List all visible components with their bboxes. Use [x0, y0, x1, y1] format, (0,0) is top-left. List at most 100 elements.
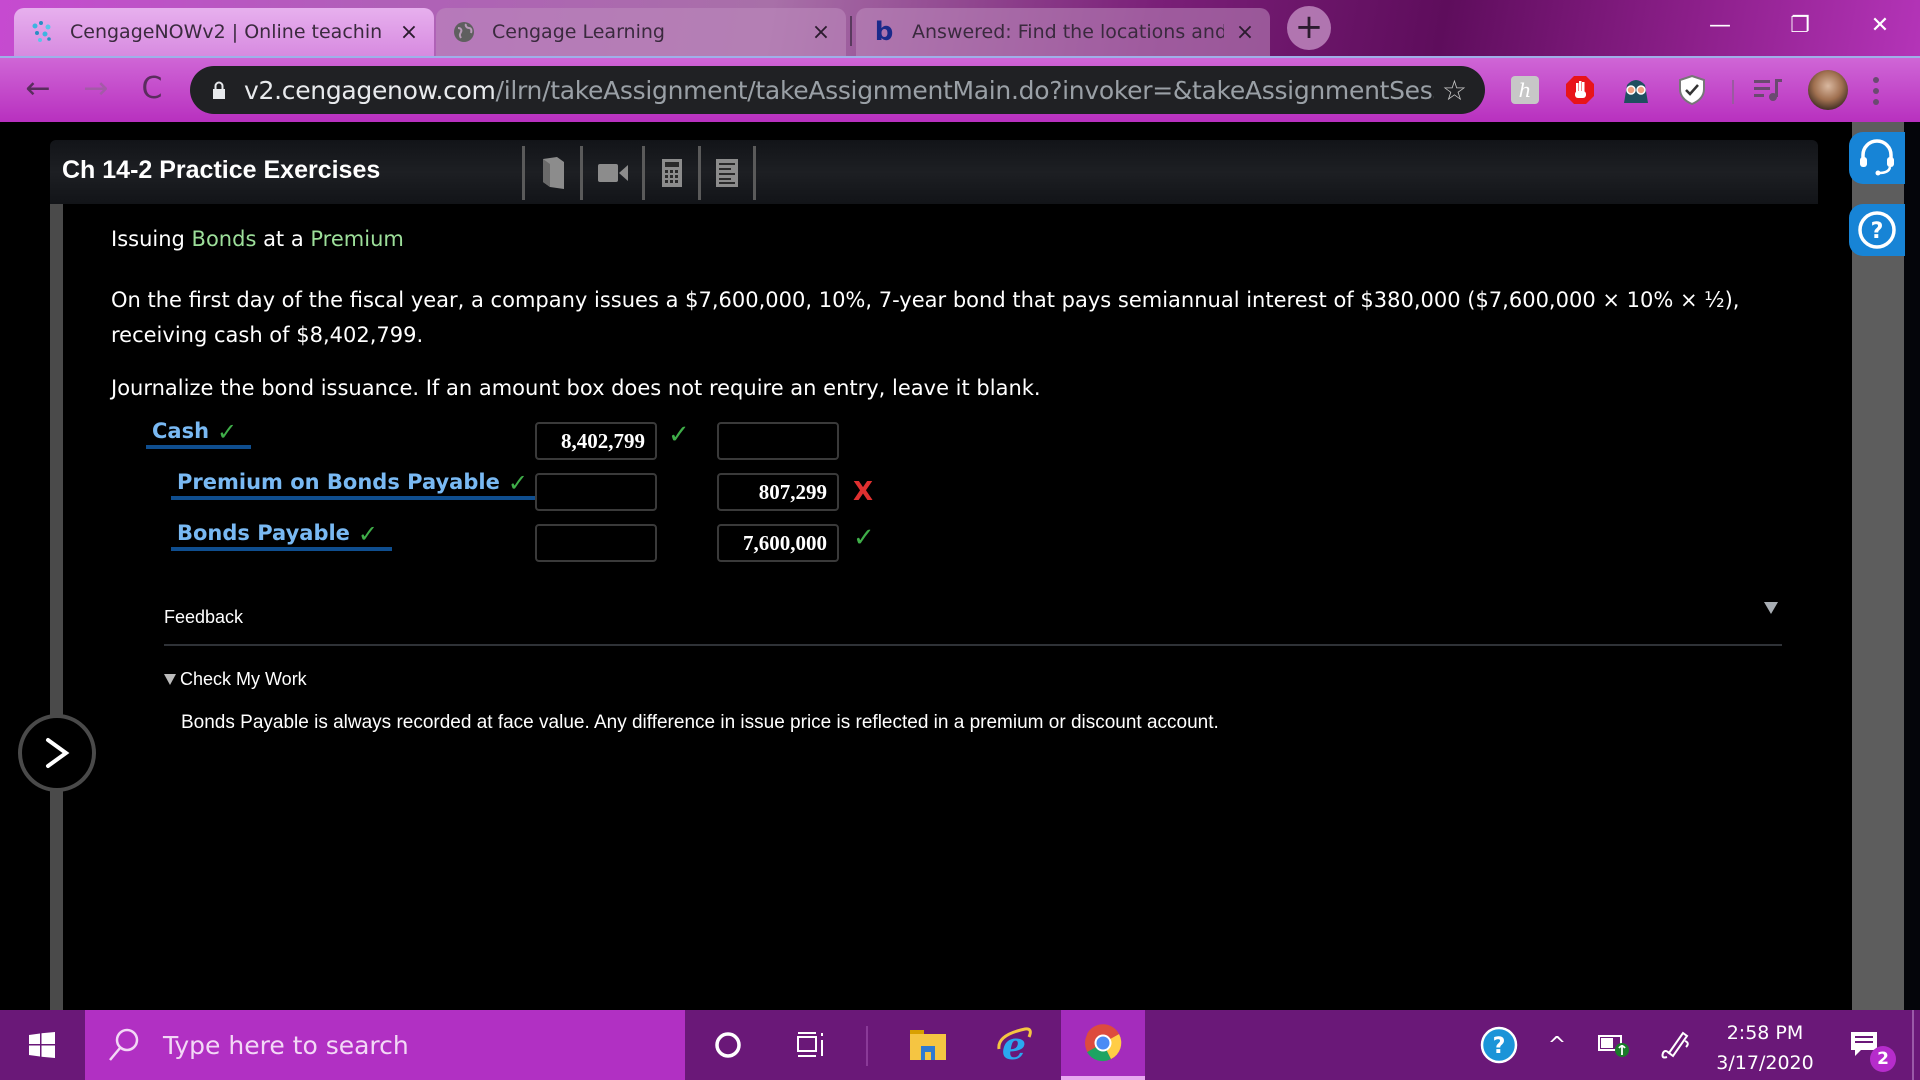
action-center-button[interactable]: 2 — [1830, 1010, 1900, 1080]
tab-title: Cengage Learning — [492, 21, 665, 43]
media-playlist-icon[interactable] — [1752, 74, 1784, 106]
instructions: Journalize the bond issuance. If an amou… — [111, 376, 1041, 400]
internet-explorer-icon: e — [997, 1025, 1032, 1065]
help-button[interactable]: ? — [1849, 204, 1905, 256]
close-tab-icon[interactable]: × — [810, 20, 832, 45]
task-view-icon — [797, 1032, 823, 1057]
clock-time: 2:58 PM — [1726, 1022, 1804, 1044]
debit-input[interactable]: 8,402,799 — [535, 422, 657, 460]
address-bar[interactable]: v2.cengagenow.com/ilrn/takeAssignment/ta… — [190, 66, 1485, 114]
problem-title: Issuing Bonds at a Premium — [111, 227, 404, 251]
next-question-button[interactable] — [18, 714, 96, 792]
internet-explorer-button[interactable]: e — [980, 1010, 1050, 1080]
restore-button[interactable]: ❐ — [1770, 6, 1830, 46]
browser-toolbar: ← → C v2.cengagenow.com/ilrn/takeAssignm… — [0, 56, 1920, 122]
credit-input[interactable] — [717, 422, 839, 460]
debit-input[interactable] — [535, 473, 657, 511]
file-explorer-button[interactable] — [893, 1010, 963, 1080]
task-view-button[interactable] — [777, 1010, 847, 1080]
check-my-work-label: Check My Work — [180, 669, 307, 689]
menu-dots-icon[interactable] — [1872, 76, 1880, 106]
credit-input[interactable]: 7,600,000 — [717, 524, 839, 562]
windows-taskbar: Type here to search e ? ^ 2:58 PM 3/17/2… — [0, 1010, 1920, 1080]
page-content: Ch 14-2 Practice Exercises Issuing Bonds… — [0, 122, 1920, 1010]
ebook-icon[interactable] — [522, 146, 580, 200]
cortana-button[interactable] — [693, 1010, 763, 1080]
tab-title: CengageNOWv2 | Online teachin — [70, 21, 383, 43]
triangle-down-icon — [164, 674, 176, 685]
windows-logo-icon — [29, 1032, 55, 1058]
globe-icon — [450, 18, 478, 46]
forward-button[interactable]: → — [78, 72, 114, 108]
help-question-icon: ? — [1480, 1026, 1518, 1064]
svg-text:?: ? — [1493, 1034, 1506, 1059]
check-my-work-toggle[interactable]: Check My Work — [164, 669, 307, 690]
clock-date: 3/17/2020 — [1716, 1052, 1814, 1074]
video-icon[interactable] — [580, 146, 642, 200]
page-title: Ch 14-2 Practice Exercises — [62, 156, 381, 184]
left-progress-strip — [50, 204, 63, 1010]
account-label: Premium on Bonds Payable — [177, 470, 500, 494]
feedback-divider — [164, 644, 1782, 646]
check-my-work-feedback: Bonds Payable is always recorded at face… — [181, 712, 1219, 733]
check-icon: ✓ — [668, 420, 690, 450]
account-label: Bonds Payable — [177, 521, 350, 545]
credit-input[interactable]: 807,299 — [717, 473, 839, 511]
chevron-right-icon — [46, 738, 70, 768]
journal-account-premium-on-bonds-payable[interactable]: Premium on Bonds Payable ✓ — [171, 470, 536, 500]
svg-text:?: ? — [1871, 219, 1884, 244]
check-icon: ✓ — [217, 418, 238, 446]
notes-icon[interactable] — [698, 146, 756, 200]
url-text[interactable]: v2.cengagenow.com/ilrn/takeAssignment/ta… — [244, 76, 1434, 105]
question-circle-icon: ? — [1858, 211, 1896, 249]
feedback-label: Feedback — [164, 607, 244, 627]
cortana-circle-icon — [715, 1032, 741, 1058]
darth-vader-extension-icon[interactable] — [1620, 74, 1652, 106]
chrome-taskbar-button[interactable] — [1061, 1010, 1145, 1080]
shield-check-extension-icon[interactable] — [1676, 74, 1708, 106]
close-tab-icon[interactable]: × — [398, 20, 420, 45]
bartleby-b-icon: b — [874, 17, 894, 47]
calculator-icon[interactable] — [642, 146, 698, 200]
journal-account-bonds-payable[interactable]: Bonds Payable ✓ — [171, 520, 393, 551]
account-label: Cash — [152, 419, 210, 443]
tab-strip: CengageNOWv2 | Online teachin × Cengage … — [0, 0, 1920, 56]
tab-bartleby[interactable]: b Answered: Find the locations and × — [856, 8, 1270, 56]
bookmark-star-icon[interactable]: ☆ — [1442, 74, 1467, 107]
adblock-hand-icon[interactable] — [1564, 74, 1596, 106]
pen-icon — [1661, 1031, 1689, 1059]
incorrect-x-icon: X — [853, 477, 874, 507]
folder-icon — [910, 1030, 946, 1060]
tab-cengagenow[interactable]: CengageNOWv2 | Online teachin × — [14, 8, 434, 56]
check-icon: ✓ — [853, 523, 875, 553]
check-icon: ✓ — [357, 520, 379, 548]
journal-account-cash[interactable]: Cash ✓ — [146, 418, 252, 449]
close-window-button[interactable]: ✕ — [1850, 6, 1910, 46]
search-icon — [109, 1028, 139, 1061]
close-tab-icon[interactable]: × — [1234, 20, 1256, 45]
tab-separator — [850, 16, 852, 46]
reload-button[interactable]: C — [134, 72, 170, 108]
show-desktop-button[interactable] — [1912, 1010, 1914, 1080]
back-button[interactable]: ← — [20, 72, 56, 108]
headset-icon — [1860, 139, 1894, 176]
cengage-dots-icon — [28, 18, 56, 46]
taskbar-separator — [866, 1026, 868, 1066]
debit-input[interactable] — [535, 524, 657, 562]
new-tab-button[interactable]: + — [1287, 6, 1331, 50]
profile-avatar[interactable] — [1808, 70, 1848, 110]
minimize-button[interactable]: — — [1690, 6, 1750, 46]
chrome-icon — [1085, 1024, 1122, 1062]
taskbar-search-box[interactable]: Type here to search — [85, 1010, 685, 1080]
page-scrollbar-track[interactable] — [1904, 122, 1920, 1010]
support-headset-button[interactable] — [1849, 132, 1905, 184]
start-button[interactable] — [0, 1010, 84, 1080]
honey-extension-icon[interactable]: h — [1509, 74, 1541, 106]
notification-count-badge: 2 — [1870, 1046, 1896, 1072]
assignment-header: Ch 14-2 Practice Exercises — [50, 140, 1818, 204]
taskbar-clock[interactable]: 2:58 PM 3/17/2020 — [1690, 1018, 1840, 1078]
lock-icon — [212, 81, 226, 99]
tab-cengage-learning[interactable]: Cengage Learning × — [436, 8, 846, 56]
feedback-collapse-toggle-icon[interactable] — [1764, 602, 1778, 614]
tab-title: Answered: Find the locations and — [912, 21, 1224, 43]
